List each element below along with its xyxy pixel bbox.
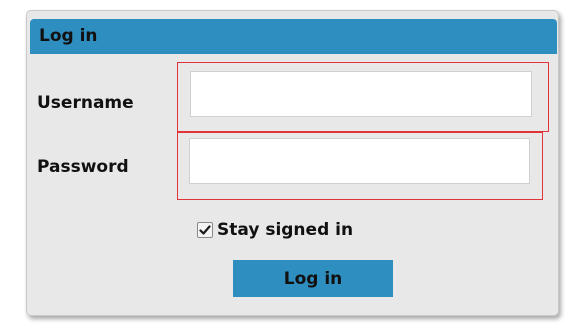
username-input[interactable] bbox=[190, 71, 532, 117]
login-panel: Log in Username Password Stay signed in … bbox=[26, 10, 559, 316]
password-input[interactable] bbox=[189, 138, 530, 184]
password-label: Password bbox=[37, 157, 129, 177]
login-button[interactable]: Log in bbox=[233, 260, 393, 297]
username-label: Username bbox=[37, 93, 134, 113]
stay-signed-in-checkbox[interactable] bbox=[197, 222, 213, 238]
checkmark-icon bbox=[199, 225, 211, 235]
stay-signed-in-label[interactable]: Stay signed in bbox=[217, 220, 353, 240]
login-panel-title: Log in bbox=[39, 26, 98, 46]
stay-signed-in-option[interactable]: Stay signed in bbox=[197, 220, 353, 240]
login-panel-header: Log in bbox=[30, 19, 557, 54]
